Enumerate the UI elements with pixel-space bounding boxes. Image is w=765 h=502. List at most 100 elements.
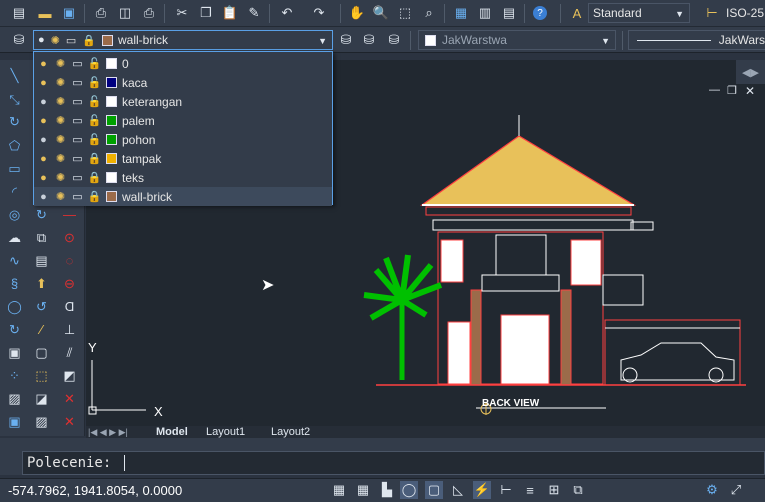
fillet-icon[interactable]: ▨ [32, 412, 51, 431]
sun-icon[interactable]: ✺ [53, 170, 68, 185]
copy-icon[interactable]: ❐ [197, 4, 215, 22]
ellipse-icon[interactable]: ◯ [5, 297, 24, 316]
redo-icon[interactable]: ↷ [310, 4, 328, 22]
lock-icon[interactable]: 🔒 [87, 189, 102, 204]
lock-icon[interactable]: 🔒 [87, 170, 102, 185]
lineweight-toggle-icon[interactable]: ≡ [521, 481, 539, 499]
trim-icon[interactable]: ⁄ [32, 320, 51, 339]
layer-manager-icon[interactable]: ⛁ [10, 31, 28, 49]
save-icon[interactable]: ▣ [60, 4, 78, 22]
layer-color-swatch[interactable] [106, 115, 117, 126]
unlock-icon[interactable]: 🔓 [87, 75, 102, 90]
sun-icon[interactable]: ✺ [53, 75, 68, 90]
bulb-icon[interactable]: ● [36, 151, 51, 166]
snap-perpendicular-icon[interactable]: Ɑ [60, 297, 79, 316]
stretch-icon[interactable]: ⬚ [32, 366, 51, 385]
snap-center-icon[interactable]: ⊙ [60, 228, 79, 247]
layer-select[interactable]: ● ✺ ▭ 🔒 wall-brick ▼ [33, 30, 333, 50]
bulb-icon[interactable]: ● [36, 75, 51, 90]
viewport-freeze-icon[interactable]: ▭ [70, 132, 85, 147]
zoom-window-icon[interactable]: ⬚ [396, 4, 414, 22]
scale-icon[interactable]: ▢ [32, 343, 51, 362]
fullscreen-icon[interactable]: ⤢ [727, 481, 745, 499]
otrack-toggle-icon[interactable]: ◺ [449, 481, 467, 499]
viewport-freeze-icon[interactable]: ▭ [70, 189, 85, 204]
layer-row[interactable]: ● ✺ ▭ 🔒 teks [34, 168, 332, 187]
move-icon[interactable]: ↺ [32, 297, 51, 316]
circle-icon[interactable]: ◎ [5, 205, 24, 224]
command-line[interactable]: Polecenie: [22, 451, 765, 475]
sun-icon[interactable]: ✺ [53, 151, 68, 166]
spline-fit-icon[interactable]: § [5, 274, 24, 293]
rectangle-icon[interactable]: ▭ [5, 159, 24, 178]
spline-icon[interactable]: ∿ [5, 251, 24, 270]
polygon-icon[interactable]: ⬠ [5, 136, 24, 155]
layer-row[interactable]: ● ✺ ▭ 🔓 pohon [34, 130, 332, 149]
cut-icon[interactable]: ✂ [173, 4, 191, 22]
linetype-select[interactable]: JakWars [628, 30, 765, 50]
color-select[interactable]: JakWarstwa ▼ [418, 30, 616, 50]
layer-row[interactable]: ● ✺ ▭ 🔒 wall-brick [34, 187, 332, 206]
layer-color-swatch[interactable] [106, 153, 117, 164]
ortho-toggle-icon[interactable]: ▙ [378, 481, 396, 499]
dist-icon[interactable]: — [60, 205, 79, 224]
lock-icon[interactable]: 🔒 [87, 151, 102, 166]
bulb-icon[interactable]: ● [36, 113, 51, 128]
snap-tangent-icon[interactable]: ⊖ [60, 274, 79, 293]
bulb-icon[interactable]: ● [36, 56, 51, 71]
layer-color-swatch[interactable] [106, 58, 117, 69]
new-icon[interactable]: ▤ [10, 4, 28, 22]
layer-color-swatch[interactable] [106, 134, 117, 145]
snap-insert-icon[interactable]: ◩ [60, 366, 79, 385]
sun-icon[interactable]: ✺ [53, 56, 68, 71]
command-handle[interactable] [0, 451, 22, 475]
layer-color-swatch[interactable] [106, 191, 117, 202]
layer-states-icon[interactable]: ⛁ [385, 31, 403, 49]
unlock-icon[interactable]: 🔓 [87, 56, 102, 71]
viewport-freeze-icon[interactable]: ▭ [70, 170, 85, 185]
dim-style-value[interactable]: ISO-25 [726, 6, 764, 20]
region-icon[interactable]: ▣ [5, 412, 24, 431]
bulb-icon[interactable]: ● [36, 94, 51, 109]
snap-quadrant-icon[interactable]: ◌ [60, 251, 79, 270]
snap-none-icon[interactable]: ✕ [60, 412, 79, 431]
make-current-icon[interactable]: ⛁ [337, 31, 355, 49]
snap-parallel-icon[interactable]: ⫽ [60, 343, 79, 362]
layer-row[interactable]: ● ✺ ▭ 🔓 0 [34, 54, 332, 73]
pan-icon[interactable]: ✋ [348, 4, 366, 22]
undo-icon[interactable]: ↶ [278, 4, 296, 22]
insert-block-icon[interactable]: ▣ [5, 343, 24, 362]
grid-toggle-icon[interactable]: ▦ [354, 481, 372, 499]
arc-icon[interactable]: ◜ [5, 182, 24, 201]
open-folder-icon[interactable]: ▬ [36, 4, 54, 22]
polar-toggle-icon[interactable]: ◯ [400, 481, 418, 499]
array-icon[interactable]: ⬆ [32, 274, 51, 293]
layer-previous-icon[interactable]: ⛁ [360, 31, 378, 49]
layer-row[interactable]: ● ✺ ▭ 🔓 palem [34, 111, 332, 130]
unlock-icon[interactable]: 🔓 [87, 113, 102, 128]
hatch-icon[interactable]: ▨ [5, 389, 24, 408]
cloud-icon[interactable]: ☁ [5, 228, 24, 247]
polyline-icon[interactable]: ↻ [5, 112, 24, 131]
gear-icon[interactable]: ⚙ [703, 481, 721, 499]
ray-icon[interactable]: ⤡ [5, 90, 24, 109]
help-icon[interactable]: ? [533, 6, 547, 20]
text-style-select[interactable]: Standard ▼ [588, 3, 690, 23]
match-properties-icon[interactable]: ✎ [245, 4, 263, 22]
print-preview-icon[interactable]: ◫ [116, 4, 134, 22]
bulb-icon[interactable]: ● [36, 132, 51, 147]
design-center-icon[interactable]: ▤ [500, 4, 518, 22]
dynucs-toggle-icon[interactable]: ⚡ [473, 481, 491, 499]
mirror-icon[interactable]: ⧉ [32, 228, 51, 247]
zoom-realtime-icon[interactable]: 🔍 [372, 4, 390, 22]
unlock-icon[interactable]: 🔓 [87, 94, 102, 109]
layer-color-swatch[interactable] [106, 96, 117, 107]
sun-icon[interactable]: ✺ [53, 189, 68, 204]
sun-icon[interactable]: ✺ [53, 113, 68, 128]
chamfer-icon[interactable]: ◪ [32, 389, 51, 408]
sun-icon[interactable]: ✺ [53, 94, 68, 109]
calculator-icon[interactable]: ▦ [452, 4, 470, 22]
plot-icon[interactable]: ⎙ [140, 4, 158, 22]
copy-object-icon[interactable]: ↻ [32, 205, 51, 224]
zoom-previous-icon[interactable]: ⌕ [420, 4, 438, 22]
